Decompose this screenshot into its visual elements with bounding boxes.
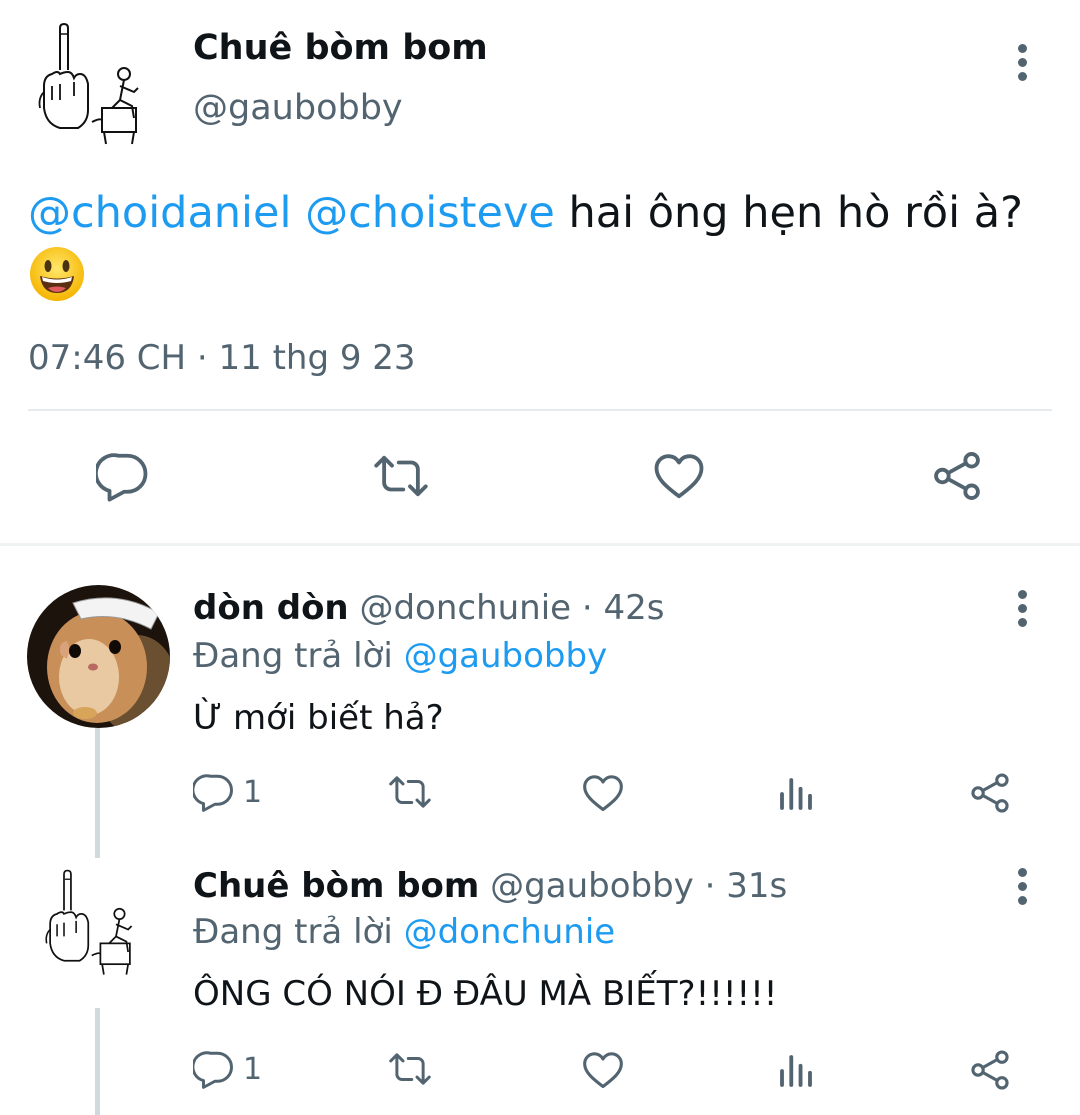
reply-header: Chuê bòm bom @gaubobby · 31s [193, 866, 787, 906]
share-button[interactable] [968, 1048, 1012, 1092]
more-icon[interactable] [1002, 588, 1042, 628]
share-icon [968, 1048, 1012, 1092]
mention-link[interactable]: @choidaniel [28, 188, 291, 238]
main-tweet: Chuê bòm bom @gaubobby @choidaniel @choi… [0, 0, 1080, 545]
tweet-body: hai ông hẹn hò rồi à? [554, 188, 1023, 238]
avatar[interactable] [38, 868, 142, 978]
author-handle[interactable]: @gaubobby [193, 88, 403, 128]
like-icon [652, 449, 706, 503]
views-button[interactable] [775, 773, 817, 815]
reply-button[interactable]: 1 [193, 771, 262, 813]
mention-link[interactable]: @choisteve [305, 188, 555, 238]
retweet-button[interactable] [370, 449, 432, 503]
retweet-icon [385, 1048, 435, 1090]
more-icon[interactable] [1002, 866, 1042, 906]
share-button[interactable] [930, 449, 984, 503]
thread-line [95, 728, 100, 858]
divider [28, 409, 1052, 411]
like-button[interactable] [581, 771, 625, 815]
views-icon [775, 773, 817, 815]
retweet-icon [370, 449, 432, 503]
reply-icon [96, 449, 150, 503]
reply-header: dòn dòn @donchunie · 42s [193, 588, 665, 628]
reply-icon [193, 1048, 235, 1090]
share-icon [930, 449, 984, 503]
replying-to: Đang trả lời @donchunie [193, 912, 615, 952]
mention-link[interactable]: @gaubobby [404, 636, 608, 676]
reply-button[interactable]: 1 [193, 1048, 262, 1090]
reply-time: · 31s [693, 866, 788, 906]
retweet-icon [385, 771, 435, 813]
reply-icon [193, 771, 235, 813]
tweet-timestamp[interactable]: 07:46 CH · 11 thg 9 23 [28, 338, 416, 378]
replying-to: Đang trả lời @gaubobby [193, 636, 607, 676]
retweet-button[interactable] [385, 1048, 435, 1090]
replying-label: Đang trả lời [193, 912, 404, 952]
more-icon[interactable] [1002, 42, 1042, 82]
author-handle[interactable]: @donchunie [359, 588, 571, 628]
author-name[interactable]: dòn dòn [193, 588, 349, 628]
author-handle[interactable]: @gaubobby [490, 866, 694, 906]
reply-count: 1 [243, 1051, 263, 1087]
author-name[interactable]: Chuê bòm bom [193, 28, 488, 68]
tweet-text: @choidaniel @choisteve hai ông hẹn hò rồ… [28, 185, 1058, 303]
reply-text: Ừ mới biết hả? [193, 698, 444, 738]
share-icon [968, 771, 1012, 815]
share-button[interactable] [968, 771, 1012, 815]
author-name[interactable]: Chuê bòm bom [193, 866, 479, 906]
reply-time: · 42s [571, 588, 665, 628]
section-divider [0, 543, 1080, 546]
avatar[interactable] [27, 585, 170, 728]
replying-label: Đang trả lời [193, 636, 404, 676]
reply-text: ÔNG CÓ NÓI Đ ĐÂU MÀ BIẾT?!!!!!! [193, 974, 778, 1014]
thread-line [95, 1008, 100, 1115]
retweet-button[interactable] [385, 771, 435, 813]
views-button[interactable] [775, 1050, 817, 1092]
reply-button[interactable] [96, 449, 150, 503]
like-icon [581, 1048, 625, 1092]
avatar[interactable] [30, 22, 150, 147]
smiley-emoji-icon [30, 247, 84, 301]
like-button[interactable] [581, 1048, 625, 1092]
mention-link[interactable]: @donchunie [404, 912, 616, 952]
views-icon [775, 1050, 817, 1092]
like-button[interactable] [652, 449, 706, 503]
like-icon [581, 771, 625, 815]
reply-count: 1 [243, 774, 263, 810]
